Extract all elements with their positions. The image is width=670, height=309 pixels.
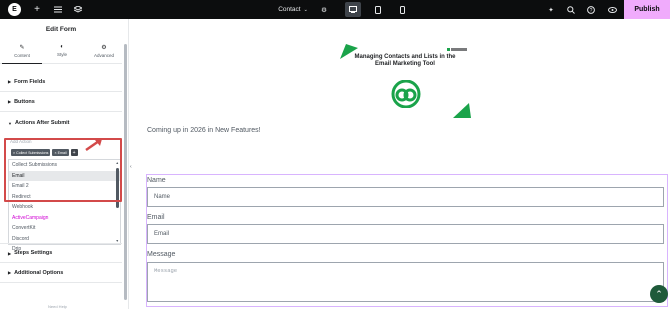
option-activecampaign[interactable]: ActiveCampaign [9,213,120,224]
collapse-panel-icon[interactable]: ‹ [130,164,134,172]
section-actions-after-submit[interactable]: ▼ Actions After Submit [0,113,122,133]
gear-icon: ⚙ [101,45,107,51]
caret-right-icon: ▶ [8,99,12,104]
section-label: Buttons [14,98,35,105]
section-label: Actions After Submit [14,120,70,126]
help-icon[interactable]: ? [585,0,597,19]
plus-icon[interactable]: + [31,0,43,19]
tablet-icon[interactable] [372,0,384,19]
annotation-arrow-icon [85,139,102,152]
panel-title: Edit Form [45,26,77,33]
tab-advanced[interactable]: ⚙ Advanced [84,44,124,58]
chevron-down-icon: ⌄ [303,6,308,13]
elementor-logo[interactable]: E [8,3,21,16]
highlight-box [4,138,122,202]
settings-sliders-icon[interactable] [52,0,64,19]
tab-label: Style [56,52,67,57]
pencil-icon: ✎ [19,45,25,51]
hero-title: Managing Contacts and Lists in the Email… [354,54,456,67]
preview-icon[interactable] [606,0,618,19]
svg-text:?: ? [590,8,593,14]
page-name: Contact [278,6,301,13]
section-form-fields[interactable]: ▶ Form Fields [0,72,122,92]
name-input[interactable]: Name [147,187,664,207]
desktop-icon[interactable] [347,0,359,19]
section-additional-options[interactable]: ▶ Additional Options [0,263,122,283]
message-label: Message [147,251,176,258]
page-name-dropdown[interactable]: Contact ⌄ [276,0,310,19]
section-steps-settings[interactable]: ▶ Steps Settings [0,243,122,263]
need-help-link[interactable]: Need Help [48,304,67,309]
caret-right-icon: ▶ [8,250,12,256]
section-label: Steps Settings [14,250,53,256]
email-label: Email [147,214,165,221]
section-label: Additional Options [14,269,64,276]
mobile-icon[interactable] [396,0,408,19]
name-label: Name [147,177,166,184]
mini-logo [447,48,467,51]
sidebar-scrollbar[interactable] [124,44,127,300]
section-buttons[interactable]: ▶ Buttons [0,92,122,112]
top-bar: E + Contact ⌄ ⚙ ✦ ? Publish [0,0,670,19]
corner-triangle-bottom-right [453,103,471,118]
publish-button[interactable]: Publish [624,0,670,19]
brand-logo [391,80,421,108]
search-icon[interactable] [565,0,577,19]
caret-right-icon: ▶ [8,270,12,275]
half-circle-icon: ◐ [60,44,64,50]
panel-tabs: ✎ Content ◐ Style ⚙ Advanced [0,42,122,64]
tab-content[interactable]: ✎ Content [2,44,42,64]
page-settings-icon[interactable]: ⚙ [318,0,330,19]
caret-down-icon: ▼ [8,120,12,126]
layers-icon[interactable] [72,0,84,19]
section-label: Form Fields [14,78,46,85]
apps-icon[interactable]: ✦ [545,0,557,19]
tab-style[interactable]: ◐ Style [42,44,82,57]
coming-up-text: Coming up in 2026 in New Features! [147,127,261,134]
chevron-up-icon[interactable]: ⌃ [650,285,668,303]
email-input[interactable]: Email [147,224,664,244]
tab-label: Content [14,53,30,58]
message-textarea[interactable]: Message [147,262,664,302]
tab-label: Advanced [93,53,114,58]
option-convertkit[interactable]: ConvertKit [9,223,120,234]
caret-right-icon: ▶ [8,79,12,84]
option-webhook[interactable]: Webhook [9,202,120,213]
